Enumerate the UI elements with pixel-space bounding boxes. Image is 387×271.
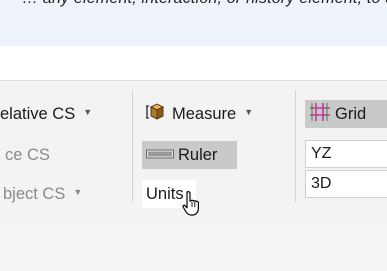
grid-icon [309, 102, 331, 127]
3d-label: 3D [311, 175, 332, 192]
object-cs-dropdown[interactable]: bject CS ▼ [3, 180, 82, 208]
units-button[interactable]: Units [142, 180, 196, 208]
surface-cs-label: ce CS [5, 145, 50, 164]
grid-button[interactable]: Grid [305, 100, 387, 128]
relative-cs-dropdown[interactable]: elative CS ▼ [0, 100, 92, 128]
surface-cs-button[interactable]: ce CS [5, 141, 50, 169]
ruler-icon [146, 146, 174, 165]
units-label: Units [146, 184, 184, 203]
measure-box-icon [146, 102, 168, 127]
app-window: … any element, interaction, or history e… [0, 0, 387, 271]
info-banner: … any element, interaction, or history e… [0, 0, 387, 46]
measure-dropdown[interactable]: Measure ▼ [146, 100, 253, 128]
object-cs-label: bject CS [3, 184, 66, 203]
banner-text: … any element, interaction, or history e… [22, 0, 387, 8]
ruler-label: Ruler [178, 145, 218, 164]
yz-label: YZ [311, 145, 332, 162]
grid-label: Grid [335, 104, 367, 123]
chevron-down-icon: ▼ [244, 107, 254, 117]
measure-label: Measure [172, 104, 237, 123]
3d-view-button[interactable]: 3D [305, 170, 387, 198]
ruler-button[interactable]: Ruler [142, 141, 237, 169]
ribbon-separator [295, 90, 296, 202]
chevron-down-icon: ▼ [73, 187, 83, 197]
status-strip [0, 223, 387, 271]
relative-cs-label: elative CS [0, 104, 76, 123]
chevron-down-icon: ▼ [83, 107, 93, 117]
yz-plane-button[interactable]: YZ [305, 140, 387, 168]
ribbon-separator [132, 90, 133, 202]
